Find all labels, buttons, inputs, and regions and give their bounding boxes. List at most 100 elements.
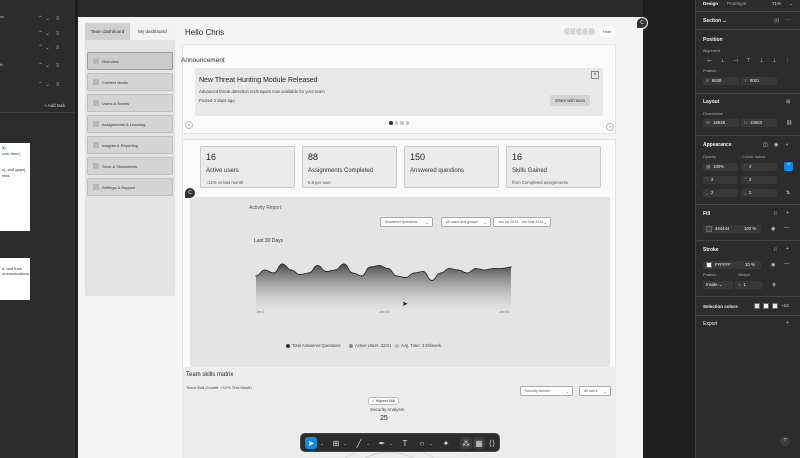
data-point[interactable] — [396, 275, 398, 277]
nav-item-content-studio[interactable]: Content studio — [87, 73, 173, 91]
data-point[interactable] — [492, 267, 495, 270]
line-tool-icon[interactable]: ╱ — [353, 437, 365, 449]
corner-smoothing-icon[interactable]: ⇅ — [786, 190, 790, 196]
corner-tl-input[interactable]: ⌜ 2 — [703, 176, 738, 184]
dashboard-frame[interactable]: Team dashboard My dashboard Overview Con… — [78, 17, 643, 458]
data-point[interactable] — [352, 272, 354, 274]
layer-reorder-controls[interactable]: ⌃⌄ ≡ — [38, 81, 61, 88]
independent-corners-icon[interactable]: ⌗ — [784, 162, 793, 171]
data-point[interactable] — [325, 270, 327, 273]
hide-button[interactable]: Hide — [599, 27, 615, 36]
carousel-dot[interactable] — [405, 121, 409, 125]
stat-card-assignments[interactable]: 88 Assignments Completed 6.5 per user — [302, 146, 397, 188]
data-point[interactable] — [360, 275, 363, 277]
data-point[interactable] — [334, 269, 336, 271]
y-input[interactable]: Y 9021 — [741, 77, 777, 85]
layer-name[interactable]: sh — [0, 14, 4, 19]
data-point[interactable] — [369, 266, 371, 268]
blend-icon[interactable]: ◫ — [763, 142, 768, 148]
carousel-prev-icon[interactable]: ‹ — [185, 121, 193, 129]
data-point[interactable] — [475, 267, 477, 270]
data-point[interactable] — [316, 264, 319, 267]
x-input[interactable]: X 6538 — [703, 77, 739, 85]
area-chart[interactable] — [190, 197, 610, 367]
more-colors-count[interactable]: +53 — [781, 303, 789, 309]
carousel-dot[interactable] — [400, 121, 404, 125]
nav-item-assignments[interactable]: Assignments & Learning — [87, 115, 173, 133]
layout-grid-icon[interactable]: ⊞ — [786, 99, 790, 105]
export-title[interactable]: Export — [703, 321, 717, 327]
align-right-icon[interactable]: ⊣ — [729, 57, 742, 65]
data-point[interactable] — [308, 272, 310, 274]
tab-design[interactable]: Design — [703, 1, 718, 6]
tab-prototype[interactable]: Prototype — [727, 1, 746, 6]
fill-color-input[interactable]: 444444 100 % — [703, 225, 761, 233]
layer-reorder-controls[interactable]: ⌃⌄ ≡ — [38, 15, 61, 22]
nav-item-overview[interactable]: Overview — [87, 52, 173, 70]
corner-radius-input[interactable]: ⌜ 2 — [741, 163, 777, 171]
color-swatch[interactable] — [754, 303, 760, 309]
width-input[interactable]: W 16928 — [703, 119, 739, 127]
layer-name[interactable]: th — [0, 62, 3, 67]
data-point[interactable] — [431, 279, 433, 282]
layer-reorder-controls[interactable]: ⌃⌄ ≡ — [38, 30, 61, 37]
nav-item-insights[interactable]: Insights & Reporting — [87, 136, 173, 154]
stroke-settings-icon[interactable]: ⋕ — [772, 282, 776, 288]
eye-icon[interactable]: ◉ — [771, 262, 775, 268]
layer-reorder-controls[interactable]: ⌃⌄ ≡ — [38, 44, 61, 51]
data-point[interactable] — [501, 267, 503, 270]
add-icon[interactable]: + — [786, 320, 789, 326]
opacity-input[interactable]: ▦ 100% — [703, 163, 738, 171]
zoom-level[interactable]: 71% — [772, 1, 781, 6]
data-point[interactable] — [290, 269, 292, 271]
comment-tool-icon[interactable]: ○ — [416, 437, 428, 449]
chevron-down-icon[interactable]: ⌄ — [789, 1, 793, 7]
styles-icon[interactable]: ⁞⁞ — [774, 247, 777, 253]
data-point[interactable] — [422, 270, 424, 273]
text-tool-icon[interactable]: T — [399, 437, 411, 449]
data-point[interactable] — [343, 263, 345, 265]
avatar[interactable] — [587, 27, 596, 36]
data-point[interactable] — [404, 276, 407, 279]
chevron-down-icon[interactable]: ⌄ — [342, 437, 348, 449]
data-point[interactable] — [299, 273, 301, 276]
share-with-team-button[interactable]: Share with team — [550, 95, 590, 106]
nav-item-tools[interactable]: Tools & Simulations — [87, 157, 173, 175]
corner-tr-input[interactable]: ⌝ 2 — [741, 176, 777, 184]
add-task-button[interactable]: + Add task — [44, 103, 65, 108]
drop-icon[interactable]: ◐ — [786, 142, 789, 148]
pen-tool-icon[interactable]: ✒ — [376, 437, 388, 449]
nav-item-users-teams[interactable]: Users & Teams — [87, 94, 173, 112]
data-point[interactable] — [264, 269, 266, 271]
stat-card-answered[interactable]: 150 Answered questions — [404, 146, 499, 188]
move-tool-icon[interactable]: ➤ — [305, 437, 317, 449]
section-label[interactable]: Section ⌄ — [703, 18, 727, 24]
nav-item-settings[interactable]: Settings & Support — [87, 178, 173, 196]
data-point[interactable] — [466, 272, 468, 274]
remove-icon[interactable]: — — [784, 225, 789, 231]
stat-card-skills[interactable]: 16 Skills Gained from Completed assignme… — [506, 146, 601, 188]
chevron-down-icon[interactable]: ⌄ — [319, 437, 325, 449]
grid-icon[interactable]: ▦ — [473, 437, 485, 449]
help-icon[interactable]: ? — [780, 436, 790, 446]
data-point[interactable] — [484, 269, 486, 271]
code-icon[interactable]: ⟨⟩ — [486, 437, 498, 449]
data-point[interactable] — [440, 272, 442, 274]
avatar-group[interactable] — [563, 27, 596, 36]
tab-my-dashboard[interactable]: My dashboard — [130, 23, 175, 40]
chevron-down-icon[interactable]: ⌄ — [428, 437, 434, 449]
stat-card-active-users[interactable]: 16 Active users ↑12% vs last month — [200, 146, 295, 188]
remove-icon[interactable]: — — [784, 261, 789, 267]
carousel-dots[interactable] — [389, 121, 411, 125]
carousel-dot[interactable] — [389, 121, 393, 125]
data-point[interactable] — [272, 272, 275, 274]
carousel-dot[interactable] — [394, 121, 398, 125]
dev-mode-icon[interactable]: ⁂ — [460, 437, 472, 449]
align-bottom-icon[interactable]: ⊥ — [768, 57, 781, 65]
data-point[interactable] — [387, 267, 389, 270]
align-center-v-icon[interactable]: ⊥ — [755, 57, 768, 65]
data-point[interactable] — [281, 263, 283, 265]
constrain-icon[interactable]: ⛓ — [786, 120, 792, 126]
layer-reorder-controls[interactable]: ⌃⌄ ≡ — [38, 62, 61, 69]
align-center-h-icon[interactable]: ⊥ — [716, 57, 729, 65]
